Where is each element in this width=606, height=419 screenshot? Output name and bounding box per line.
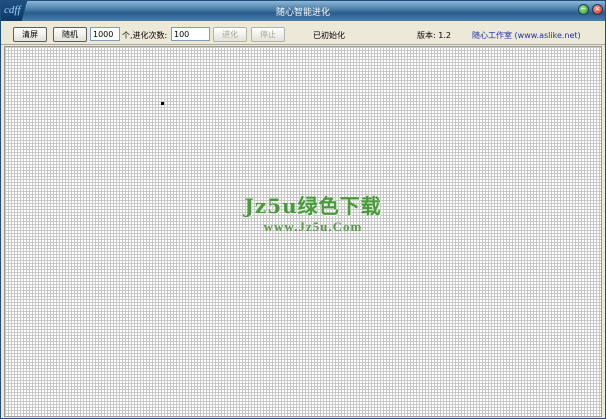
stop-button[interactable]: 停止 — [251, 27, 285, 42]
studio-link[interactable]: 随心工作室 (www.aslike.net) — [472, 30, 581, 41]
close-icon[interactable]: × — [592, 4, 603, 15]
app-window: cdff 随心智能进化 − × 清屏 随机 个,进化次数: 进化 停止 已初始化… — [0, 0, 606, 419]
clear-screen-button[interactable]: 清屏 — [13, 27, 47, 42]
watermark-title: Jz5u绿色下载 — [244, 194, 382, 218]
version-text: 版本: 1.2 — [417, 31, 451, 40]
random-button[interactable]: 随机 — [53, 27, 87, 42]
evolve-button[interactable]: 进化 — [213, 27, 247, 42]
toolbar: 清屏 随机 个,进化次数: 进化 停止 已初始化 版本: 1.2 随心工作室 (… — [1, 21, 605, 45]
evolve-times-input[interactable] — [171, 27, 210, 41]
watermark: Jz5u绿色下载 www.Jz5u.Com — [223, 190, 403, 235]
status-text: 已初始化 — [313, 31, 345, 40]
window-title: 随心智能进化 — [275, 8, 330, 18]
cell-grid-canvas[interactable]: Jz5u绿色下载 www.Jz5u.Com — [4, 46, 602, 417]
minimize-icon[interactable]: − — [578, 4, 589, 15]
watermark-url: www.Jz5u.Com — [263, 219, 363, 234]
title-bar[interactable]: cdff 随心智能进化 − × — [1, 1, 605, 21]
cell-count-input[interactable] — [90, 27, 120, 41]
live-cell — [161, 102, 164, 105]
count-unit-label: 个,进化次数: — [122, 31, 168, 40]
